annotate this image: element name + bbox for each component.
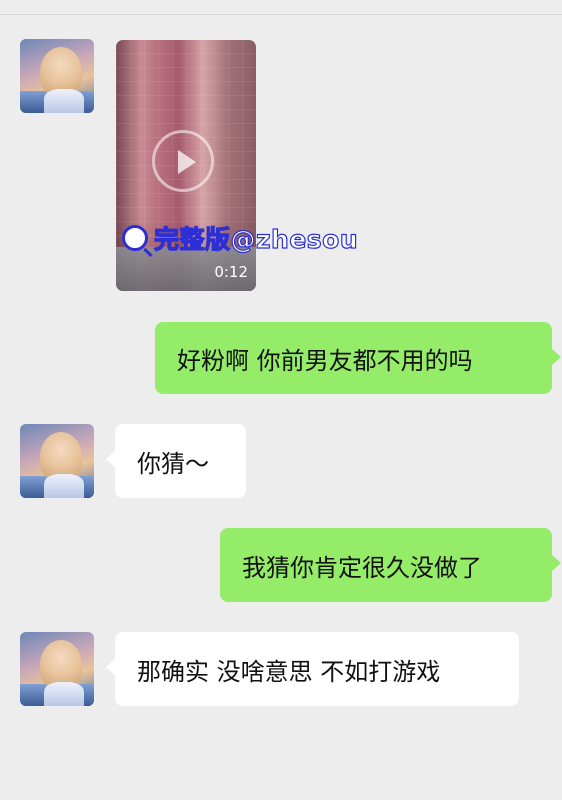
received-message-bubble[interactable]: 你猜～: [106, 424, 246, 498]
message-text: 我猜你肯定很久没做了: [242, 553, 482, 582]
contact-avatar[interactable]: [20, 39, 94, 113]
message-text: 好粉啊 你前男友都不用的吗: [177, 346, 473, 375]
watermark-text: 完整版@zhesou: [153, 224, 359, 254]
sent-message-bubble[interactable]: 我猜你肯定很久没做了: [220, 528, 561, 602]
video-duration: 0:12: [214, 263, 248, 281]
contact-avatar[interactable]: [20, 424, 94, 498]
message-text: 那确实 没啥意思 不如打游戏: [137, 657, 441, 686]
magnifier-icon: [122, 225, 148, 251]
received-message-bubble[interactable]: 那确实 没啥意思 不如打游戏: [106, 632, 519, 706]
message-text: 你猜～: [137, 449, 209, 478]
top-divider: [0, 14, 562, 15]
watermark: 完整版@zhesou: [122, 222, 359, 255]
contact-avatar[interactable]: [20, 632, 94, 706]
sent-message-bubble[interactable]: 好粉啊 你前男友都不用的吗: [155, 322, 561, 394]
play-icon[interactable]: [152, 130, 214, 192]
